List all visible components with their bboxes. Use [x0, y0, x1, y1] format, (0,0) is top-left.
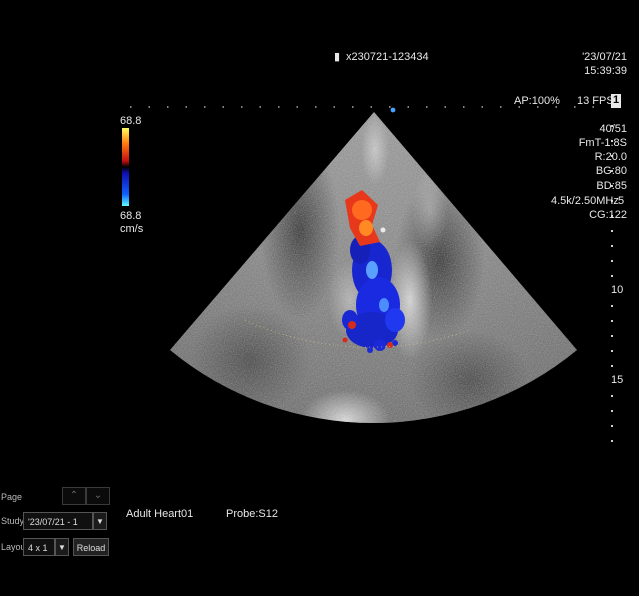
param-6: 4.5k/2.50MHz [551, 195, 619, 207]
page-label: Page [1, 492, 23, 502]
acoustic-power: AP:100% [514, 95, 560, 107]
color-scale-unit: cm/s [120, 223, 144, 235]
depth-mark-15: 15 [611, 374, 624, 386]
depth-mark-5: 5 [618, 195, 625, 207]
study-label: Study [1, 516, 25, 526]
page-up-button[interactable]: ⌃ [62, 487, 86, 505]
param-3: R:20.0 [594, 151, 627, 163]
header-time: 15:39:39 [584, 65, 627, 77]
param-5: BD:85 [596, 180, 627, 192]
probe-name: Probe:S12 [226, 508, 278, 520]
depth-mark-10: 10 [611, 284, 624, 296]
color-scale-bar [122, 128, 129, 206]
layout-select[interactable]: 4 x 1 [23, 538, 55, 556]
ultrasound-viewer: ▮ x230721-123434 '23/07/21 15:39:39 AP:1… [0, 0, 639, 596]
color-scale-min: 68.8 [120, 210, 142, 222]
preset-name: Adult Heart01 [126, 508, 194, 520]
fps-marker: 1 [611, 94, 621, 108]
param-4: BG:80 [595, 165, 627, 177]
study-dropdown-arrow[interactable]: ▼ [93, 512, 107, 530]
ultrasound-image [122, 106, 613, 442]
param-2: FmT-1.8S [578, 137, 627, 149]
patient-id: x230721-123434 [346, 51, 429, 63]
page-down-button[interactable]: ⌄ [86, 487, 110, 505]
header-date: '23/07/21 [582, 51, 627, 63]
param-7: CG:122 [589, 209, 627, 221]
param-1: 40/51 [599, 123, 627, 135]
color-scale-max: 68.8 [120, 115, 142, 127]
bmode-sector [170, 112, 577, 424]
layout-dropdown-arrow[interactable]: ▼ [55, 538, 69, 556]
frame-rate: 13 FPS [577, 95, 614, 107]
reload-button[interactable]: Reload [73, 538, 109, 556]
probe-marker: ▮ [334, 51, 341, 63]
focus-marker [390, 107, 396, 113]
study-select[interactable]: '23/07/21 - 1 [23, 512, 93, 530]
